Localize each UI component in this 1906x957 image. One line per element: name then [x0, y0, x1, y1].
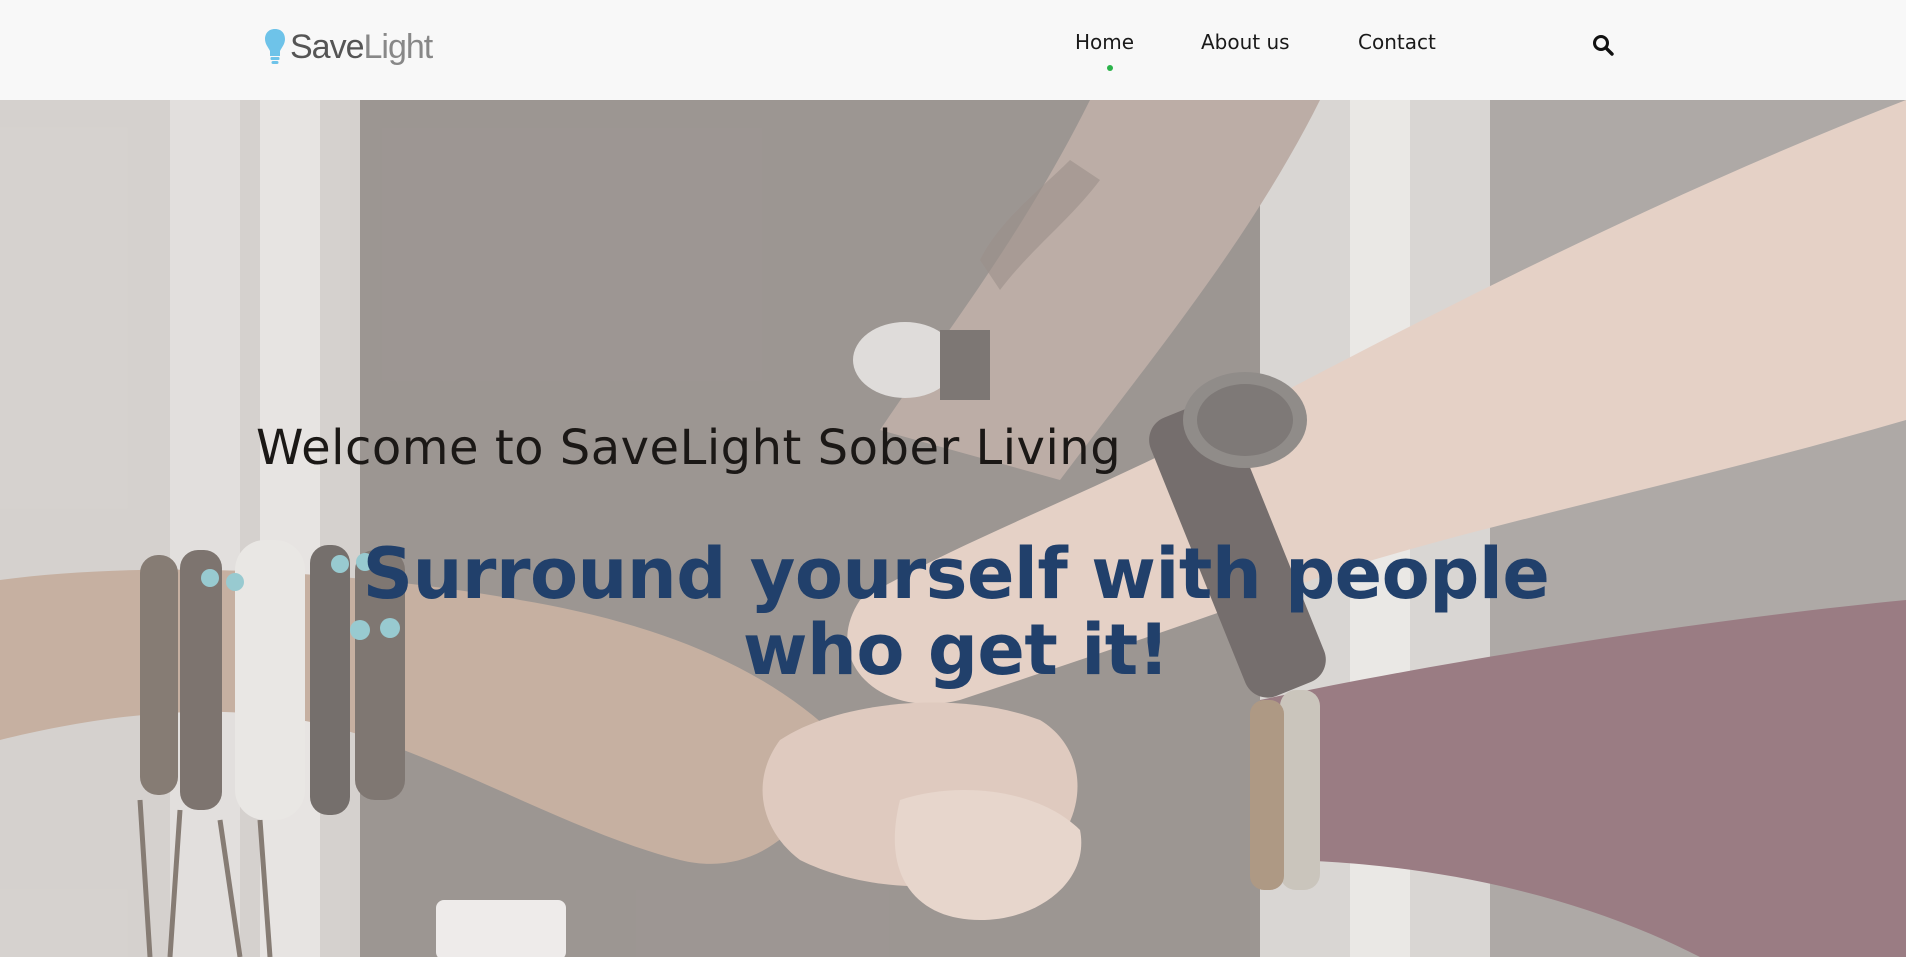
lightbulb-icon [265, 29, 285, 64]
brand-name: SaveLight [290, 27, 434, 67]
hero-section: Welcome to SaveLight Sober Living Surrou… [0, 100, 1906, 957]
tagline-line-1: Surround yourself with people [362, 533, 1550, 616]
search-icon[interactable] [1592, 34, 1614, 56]
welcome-heading: Welcome to SaveLight Sober Living [256, 420, 1122, 477]
active-nav-indicator [1107, 65, 1113, 71]
hero-overlay [0, 100, 1906, 957]
savelight-logo[interactable]: SaveLight [264, 27, 434, 67]
site-header: SaveLight Home About us Contact [0, 0, 1906, 100]
hero-tagline: Surround yourself with people who get it… [350, 536, 1562, 688]
nav-item-about-us[interactable]: About us [1201, 30, 1290, 60]
nav-item-contact[interactable]: Contact [1358, 30, 1436, 60]
tagline-line-2: who get it! [742, 609, 1170, 692]
brand-name-part1: Save [290, 27, 364, 66]
brand-name-part2: Light [363, 27, 434, 66]
nav-item-home[interactable]: Home [1075, 30, 1134, 60]
